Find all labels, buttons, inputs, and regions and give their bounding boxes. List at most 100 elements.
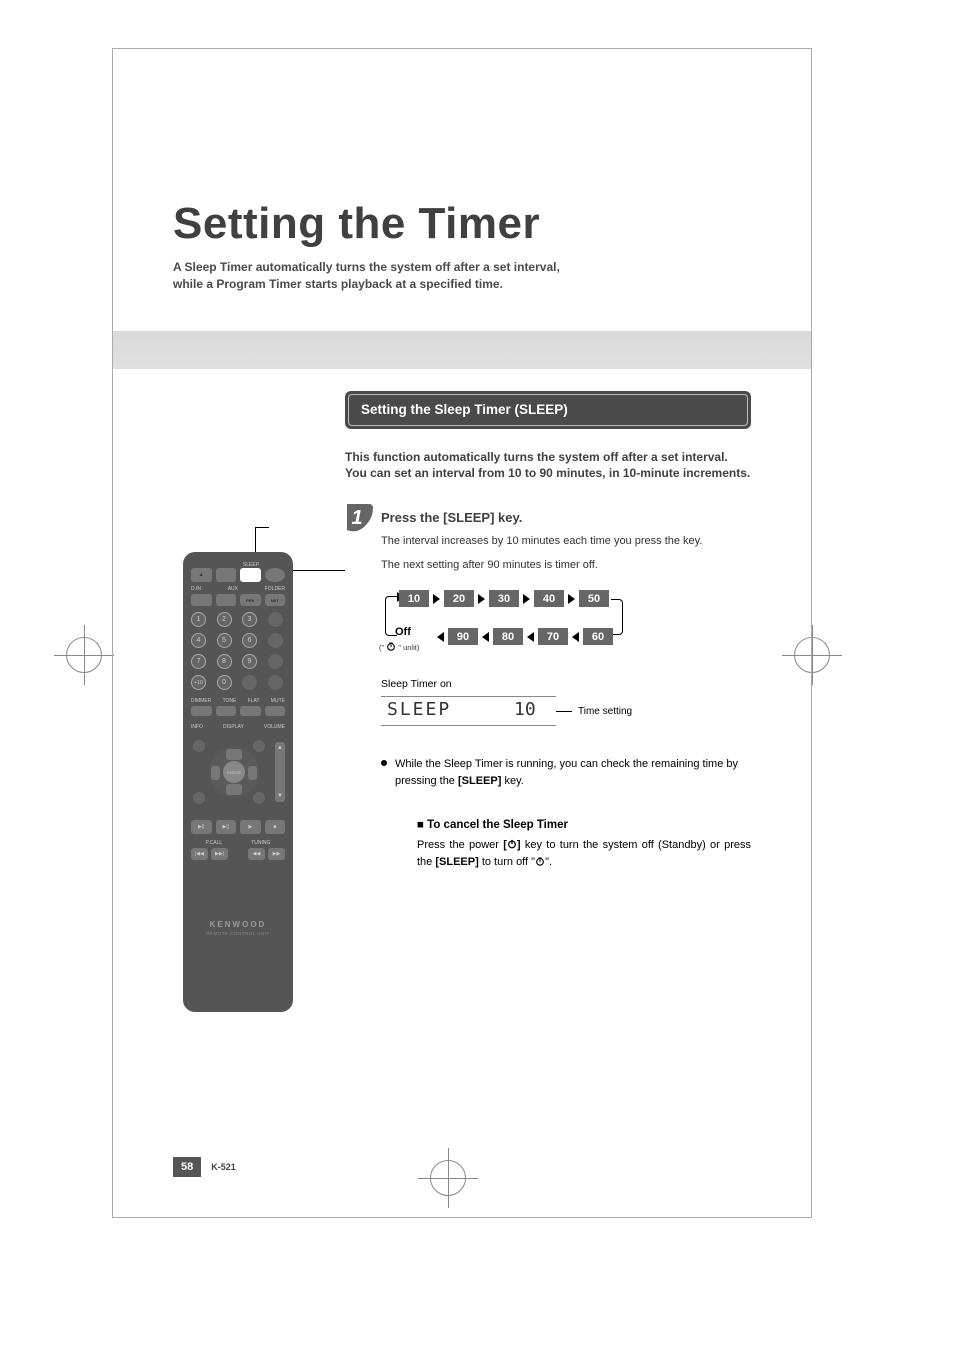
remote-label: AUX — [228, 586, 238, 592]
cycle-chip: 40 — [534, 590, 564, 607]
remote-diagram: SLEEP ▲ D.IN AUX FOLDER PRV NXT — [183, 552, 293, 1012]
step-body: The interval increases by 10 minutes eac… — [381, 533, 751, 574]
title-area: Setting the Timer A Sleep Timer automati… — [113, 49, 811, 313]
cycle-chip: 70 — [538, 628, 568, 645]
remote-num-2: 2 — [217, 612, 232, 627]
remote-label: P.CALL — [206, 840, 223, 846]
remote-num-plus10: +10 — [191, 675, 206, 690]
remote-label: VOLUME — [264, 724, 285, 730]
step-line-2: The next setting after 90 minutes is tim… — [381, 557, 751, 575]
remote-brand-sub: REMOTE CONTROL UNIT — [191, 931, 285, 936]
arrow-left-icon — [482, 632, 489, 642]
remote-button: |◀◀ — [191, 848, 208, 860]
remote-button: ▶ — [240, 820, 261, 834]
remote-button — [268, 675, 283, 690]
remote-volume: ▲▼ — [275, 742, 285, 802]
arrow-right-icon — [433, 594, 440, 604]
remote-num-1: 1 — [191, 612, 206, 627]
remote-button: ▶▶| — [211, 848, 228, 860]
remote-power-button — [265, 568, 286, 582]
cancel-title: To cancel the Sleep Timer — [417, 819, 751, 831]
cycle-off-label: Off — [395, 626, 411, 638]
remote-label: DIMMER — [191, 698, 211, 704]
cycle-chip: 50 — [579, 590, 609, 607]
page-number: 58 — [173, 1157, 201, 1177]
arrow-right-icon — [568, 594, 575, 604]
remote-button — [268, 633, 283, 648]
arrow-right-icon — [523, 594, 530, 604]
remote-num-8: 8 — [217, 654, 232, 669]
step-line-1: The interval increases by 10 minutes eac… — [381, 533, 751, 551]
arrow-left-icon — [437, 632, 444, 642]
remote-button — [253, 740, 265, 752]
remote-num-7: 7 — [191, 654, 206, 669]
remote-button: PRV — [240, 594, 261, 606]
section-heading: Setting the Sleep Timer (SLEEP) — [361, 402, 568, 417]
remote-button — [193, 740, 205, 752]
remote-num-3: 3 — [242, 612, 257, 627]
remote-label: TONE — [223, 698, 237, 704]
cycle-chip: 80 — [493, 628, 523, 645]
note-text: While the Sleep Timer is running, you ca… — [395, 758, 738, 787]
arrow-left-icon — [527, 632, 534, 642]
remote-button: ▶|| — [216, 820, 237, 834]
remote-eject-button: ▲ — [191, 568, 212, 582]
cycle-chip: 10 — [399, 590, 429, 607]
svg-text:SLEEP: SLEEP — [387, 699, 451, 719]
cycle-chip: 20 — [444, 590, 474, 607]
remote-label: MUTE — [271, 698, 285, 704]
remote-button — [242, 675, 257, 690]
note-key: [SLEEP] — [458, 775, 501, 787]
model-number: K-521 — [211, 1162, 236, 1172]
sleep-on-label: Sleep Timer on — [381, 678, 751, 690]
lcd-display: SLEEP 10 Time setting — [381, 696, 751, 726]
cycle-chip: 60 — [583, 628, 613, 645]
note-text: key. — [501, 775, 523, 787]
remote-label: DISPLAY — [223, 724, 244, 730]
manual-page: Setting the Timer A Sleep Timer automati… — [112, 48, 812, 1218]
remote-nav-pad: ENTER ▲▼ — [191, 732, 285, 812]
remote-button — [253, 792, 265, 804]
remote-button — [265, 706, 286, 716]
remote-num-4: 4 — [191, 633, 206, 648]
note-bullet: While the Sleep Timer is running, you ca… — [381, 756, 751, 789]
timer-icon — [535, 856, 545, 866]
page-footer: 58 K-521 — [173, 1157, 236, 1177]
page-title: Setting the Timer — [173, 199, 751, 249]
section-description: This function automatically turns the sy… — [345, 449, 751, 483]
remote-label: D.IN — [191, 586, 201, 592]
cancel-body: Press the power [] key to turn the syste… — [417, 837, 751, 870]
remote-button: ▶▶ — [268, 848, 285, 860]
remote-left — [211, 766, 220, 780]
svg-text:1: 1 — [351, 507, 362, 529]
step-number-badge: 1 — [345, 502, 375, 532]
lcd-caption: Time setting — [578, 706, 632, 717]
remote-button: ◀◀ — [248, 848, 265, 860]
cancel-block: To cancel the Sleep Timer Press the powe… — [417, 819, 751, 870]
remote-label: INFO — [191, 724, 203, 730]
arrow-right-icon — [478, 594, 485, 604]
remote-label: FLAT — [248, 698, 260, 704]
remote-right — [248, 766, 257, 780]
remote-button — [216, 568, 237, 582]
cycle-chip: 30 — [489, 590, 519, 607]
remote-button — [191, 594, 212, 606]
remote-button: NXT — [265, 594, 286, 606]
lcd-value: 10 — [514, 699, 550, 723]
remote-button — [216, 594, 237, 606]
divider-band — [113, 331, 811, 369]
cycle-off-sublabel: (" " unlit) — [379, 641, 419, 652]
timer-cycle-diagram: 10 20 30 40 50 Off (" " unlit) 90 80 70 … — [381, 590, 751, 670]
timer-icon — [386, 641, 396, 651]
power-icon — [507, 839, 517, 849]
remote-num-5: 5 — [217, 633, 232, 648]
remote-button — [193, 792, 205, 804]
remote-button — [268, 612, 283, 627]
remote-brand: KENWOOD — [191, 920, 285, 929]
remote-button — [240, 706, 261, 716]
remote-button: ▶|| — [191, 820, 212, 834]
remote-num-6: 6 — [242, 633, 257, 648]
lcd-text: SLEEP — [387, 699, 477, 723]
remote-button — [216, 706, 237, 716]
remote-button: ■ — [265, 820, 286, 834]
